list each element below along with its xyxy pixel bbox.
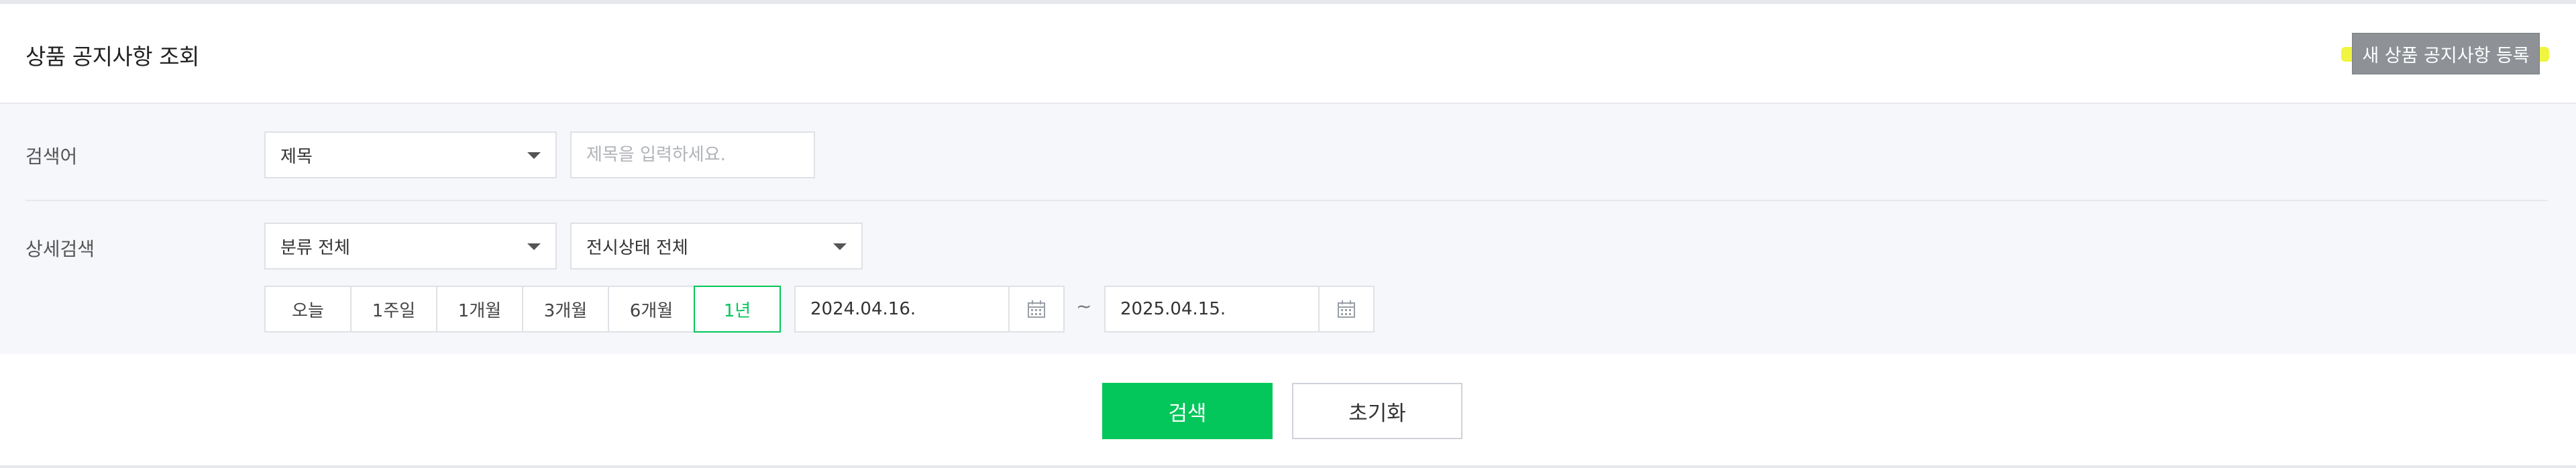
date-range-separator: ~ [1076,295,1092,317]
chevron-down-icon [527,152,541,159]
calendar-icon [1338,300,1355,318]
keyword-type-select[interactable]: 제목 [264,131,557,178]
calendar-icon [1028,300,1045,318]
chevron-down-icon [527,243,541,250]
period-1year-button[interactable]: 1년 [694,286,781,333]
period-1week-button[interactable]: 1주일 [350,286,437,333]
period-1month-button[interactable]: 1개월 [436,286,523,333]
register-notice-button[interactable]: 새 상품 공지사항 등록 [2352,33,2540,74]
end-date-calendar-button[interactable] [1318,287,1373,331]
start-date-calendar-button[interactable] [1008,287,1063,331]
bottom-border [0,465,2576,468]
display-status-select[interactable]: 전시상태 전체 [570,223,863,270]
period-3month-button[interactable]: 3개월 [522,286,609,333]
start-date-value: 2024.04.16. [810,299,916,319]
period-6month-button[interactable]: 6개월 [608,286,695,333]
category-select[interactable]: 분류 전체 [264,223,557,270]
chevron-down-icon [833,243,847,250]
reset-button[interactable]: 초기화 [1292,383,1462,439]
category-value: 분류 전체 [280,237,350,258]
detail-search-label: 상세검색 [25,238,95,260]
page-title: 상품 공지사항 조회 [25,44,199,70]
end-date-field[interactable]: 2025.04.15. [1104,286,1375,333]
display-status-value: 전시상태 전체 [586,237,688,258]
end-date-value: 2025.04.15. [1120,299,1226,319]
keyword-label: 검색어 [25,145,78,168]
keyword-type-value: 제목 [280,146,313,167]
period-today-button[interactable]: 오늘 [264,286,352,333]
row-divider [25,200,2548,201]
page-header: 상품 공지사항 조회 새 상품 공지사항 등록 [0,4,2576,104]
keyword-input[interactable] [570,131,815,178]
start-date-field[interactable]: 2024.04.16. [794,286,1065,333]
search-button[interactable]: 검색 [1102,383,1273,439]
